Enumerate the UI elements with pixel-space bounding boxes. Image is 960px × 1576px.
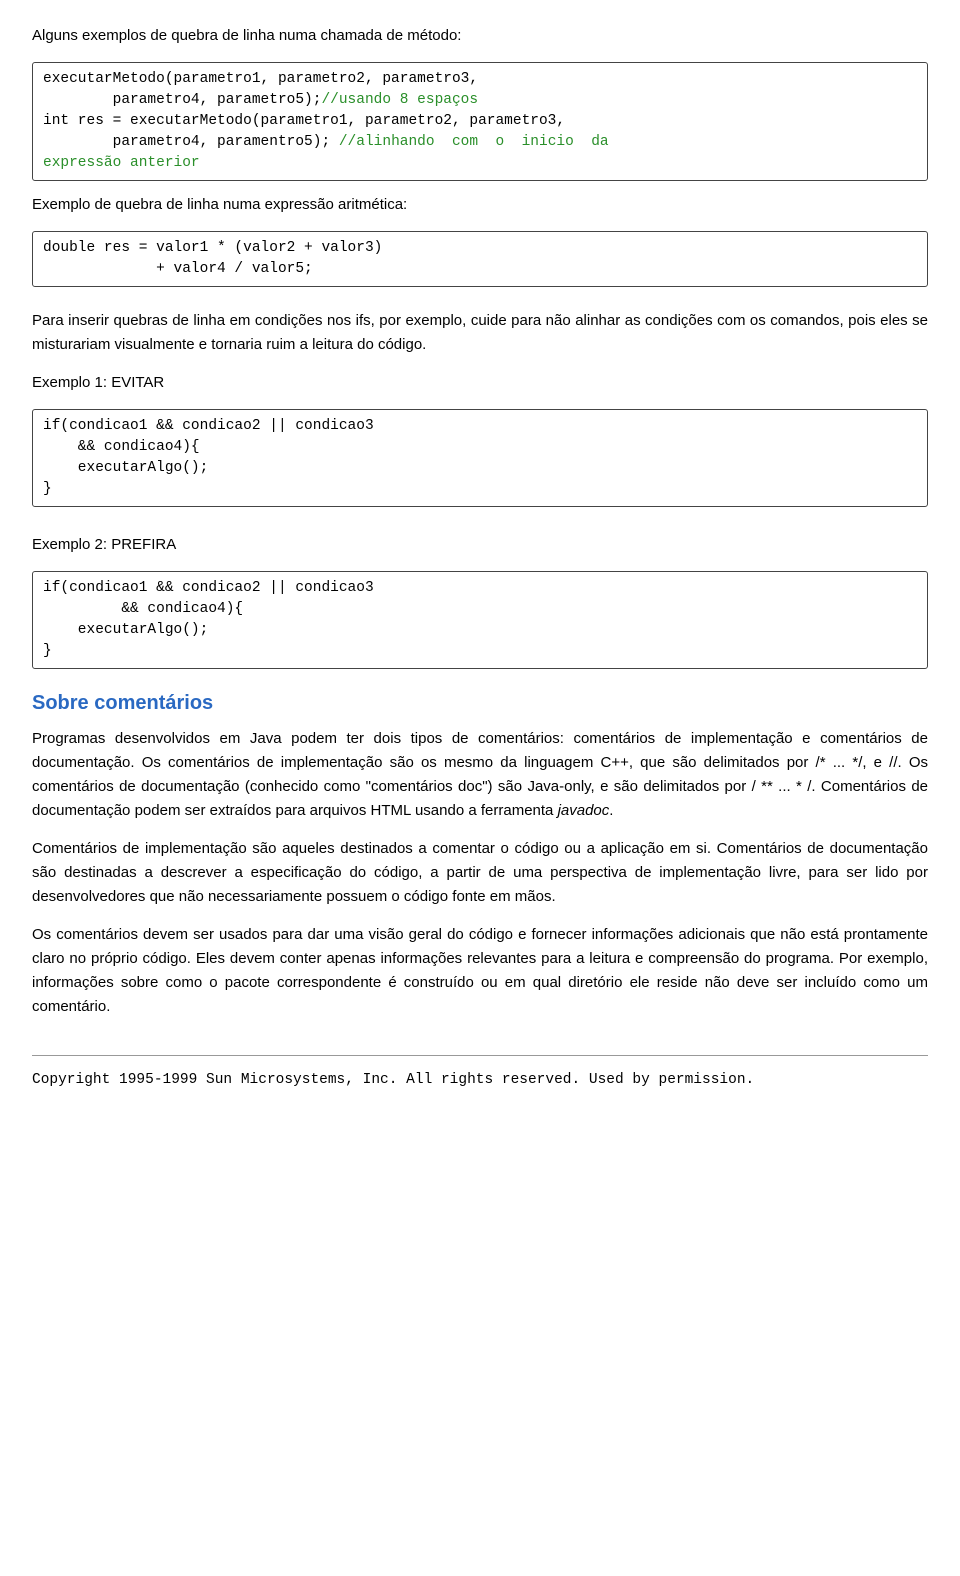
- code-line: && condicao4){: [43, 439, 200, 455]
- arith-text: Exemplo de quebra de linha numa expressã…: [32, 193, 928, 217]
- code-line: parametro4, parametro5);: [43, 92, 321, 108]
- code-line: executarAlgo();: [43, 622, 208, 638]
- code-block-2: double res = valor1 * (valor2 + valor3) …: [32, 231, 928, 287]
- evitar-label: Exemplo 1: EVITAR: [32, 371, 928, 395]
- comments-para-3: Os comentários devem ser usados para dar…: [32, 923, 928, 1019]
- javadoc-word: javadoc: [558, 802, 610, 819]
- code-line: + valor4 / valor5;: [43, 261, 313, 277]
- code-comment: expressão anterior: [43, 155, 200, 171]
- code-block-3: if(condicao1 && condicao2 || condicao3 &…: [32, 409, 928, 507]
- code-line: parametro4, paramentro5);: [43, 134, 339, 150]
- text-span: .: [609, 802, 613, 819]
- code-comment: //alinhando com o inicio da: [339, 134, 609, 150]
- code-line: if(condicao1 && condicao2 || condicao3: [43, 580, 374, 596]
- section-heading-comments: Sobre comentários: [32, 687, 928, 719]
- text-span: Programas desenvolvidos em Java podem te…: [32, 730, 928, 819]
- code-line: }: [43, 643, 52, 659]
- code-line: executarAlgo();: [43, 460, 208, 476]
- code-line: if(condicao1 && condicao2 || condicao3: [43, 418, 374, 434]
- code-comment: //usando 8 espaços: [321, 92, 478, 108]
- code-block-1: executarMetodo(parametro1, parametro2, p…: [32, 62, 928, 181]
- comments-para-1: Programas desenvolvidos em Java podem te…: [32, 727, 928, 823]
- copyright-footer: Copyright 1995-1999 Sun Microsystems, In…: [32, 1055, 928, 1092]
- code-block-4: if(condicao1 && condicao2 || condicao3 &…: [32, 571, 928, 669]
- code-line: }: [43, 481, 52, 497]
- ifbreak-text: Para inserir quebras de linha em condiçõ…: [32, 309, 928, 357]
- code-line: int res = executarMetodo(parametro1, par…: [43, 113, 565, 129]
- code-line: executarMetodo(parametro1, parametro2, p…: [43, 71, 478, 87]
- code-line: double res = valor1 * (valor2 + valor3): [43, 240, 382, 256]
- intro-text: Alguns exemplos de quebra de linha numa …: [32, 24, 928, 48]
- comments-para-2: Comentários de implementação são aqueles…: [32, 837, 928, 909]
- code-line: && condicao4){: [43, 601, 243, 617]
- prefira-label: Exemplo 2: PREFIRA: [32, 533, 928, 557]
